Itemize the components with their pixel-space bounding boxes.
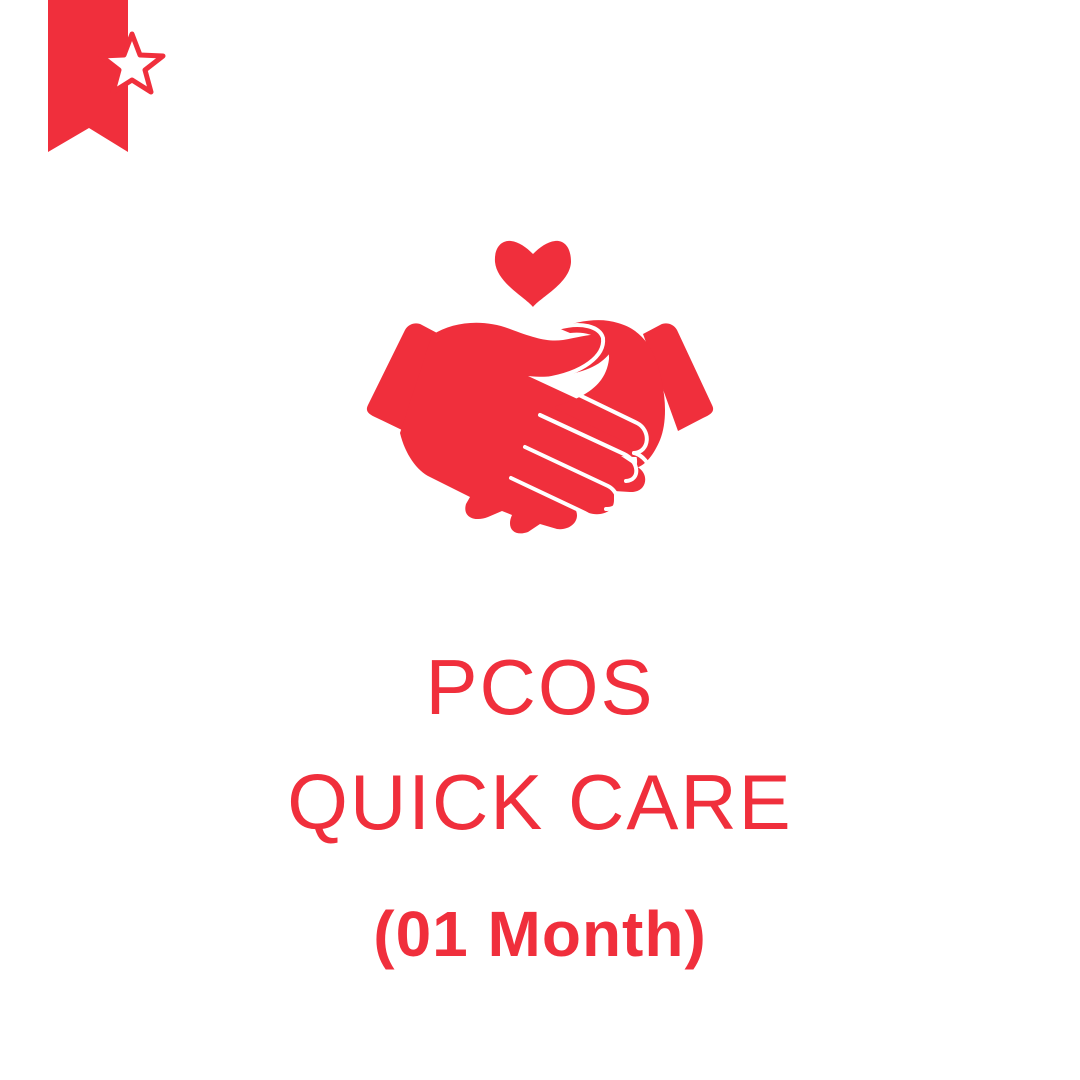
- product-card: PCOS QUICK CARE (01 Month): [0, 0, 1080, 1080]
- product-duration: (01 Month): [373, 898, 707, 970]
- product-title-line2: QUICK CARE: [287, 758, 793, 846]
- bookmark-star-icon: [48, 0, 166, 152]
- handshake-heart-icon: [366, 240, 714, 534]
- product-title-line1: PCOS: [425, 643, 655, 731]
